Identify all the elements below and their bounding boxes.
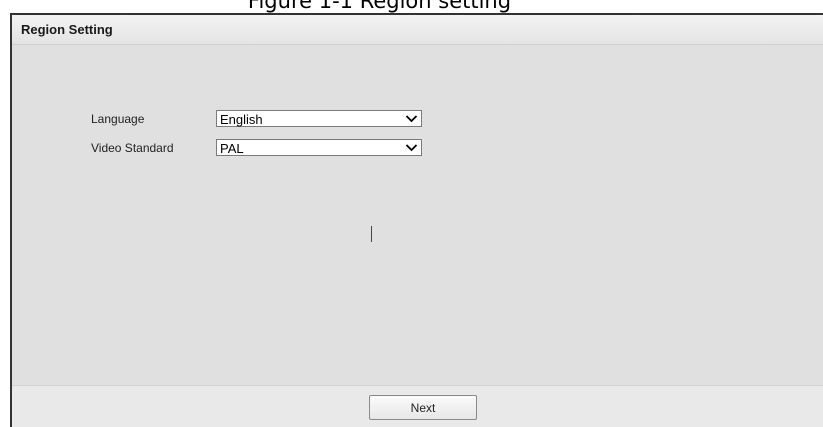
chevron-down-icon bbox=[405, 144, 418, 152]
language-select-value: English bbox=[220, 112, 263, 127]
text-cursor bbox=[371, 226, 372, 242]
title-bar: Region Setting bbox=[12, 15, 823, 45]
video-standard-label: Video Standard bbox=[91, 141, 174, 155]
chevron-down-icon bbox=[405, 115, 418, 123]
language-label: Language bbox=[91, 112, 145, 126]
region-setting-window: Region Setting Language English Video St… bbox=[10, 13, 823, 427]
figure-caption: Figure 1-1 Region setting bbox=[247, 0, 512, 13]
next-button[interactable]: Next bbox=[369, 395, 477, 420]
video-standard-select[interactable]: PAL bbox=[216, 139, 422, 156]
window-title: Region Setting bbox=[21, 22, 113, 37]
video-standard-select-value: PAL bbox=[220, 141, 244, 156]
footer-bar: Next bbox=[12, 385, 823, 427]
language-select[interactable]: English bbox=[216, 110, 422, 127]
